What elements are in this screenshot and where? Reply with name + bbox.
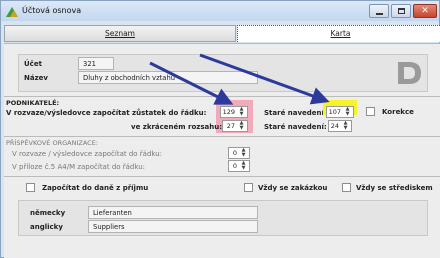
spinner-arrows-icon[interactable]: ▲ ▼ <box>239 161 248 171</box>
strediskem-label: Vždy se střediskem <box>356 184 433 192</box>
prispevkove-row1-label: V rozvaze / výsledovce započítat do řádk… <box>12 150 163 158</box>
arrow-to-red <box>149 61 234 105</box>
strediskem-checkbox[interactable] <box>342 183 351 192</box>
zapocitat-checkbox[interactable] <box>26 183 35 192</box>
anglicky-label: anglicky <box>30 223 63 231</box>
nemecky-label: německy <box>30 209 66 217</box>
nemecky-field[interactable]: Lieferanten <box>88 206 258 219</box>
anglicky-field[interactable]: Suppliers <box>88 220 258 233</box>
prispevkove-row2-label: V příloze č.5 A4/M započítat do řádku: <box>12 163 146 171</box>
zakazkou-checkbox[interactable] <box>244 183 253 192</box>
prispevkove-row1-spinner[interactable]: 0 ▲ ▼ <box>228 147 250 159</box>
zapocitat-label: Započítat do daně z příjmu <box>42 184 149 192</box>
prispevkove-row2-spinner[interactable]: 0 ▲ ▼ <box>228 160 250 172</box>
prispevkove-heading: PŘÍSPĚVKOVÉ ORGANIZACE: <box>6 139 98 147</box>
section-divider <box>4 176 440 177</box>
arrow-to-yellow <box>199 53 330 105</box>
zakazkou-label: Vždy se zakázkou <box>258 184 328 192</box>
spinner-arrows-icon[interactable]: ▲ ▼ <box>239 148 248 158</box>
section-divider <box>4 136 440 137</box>
